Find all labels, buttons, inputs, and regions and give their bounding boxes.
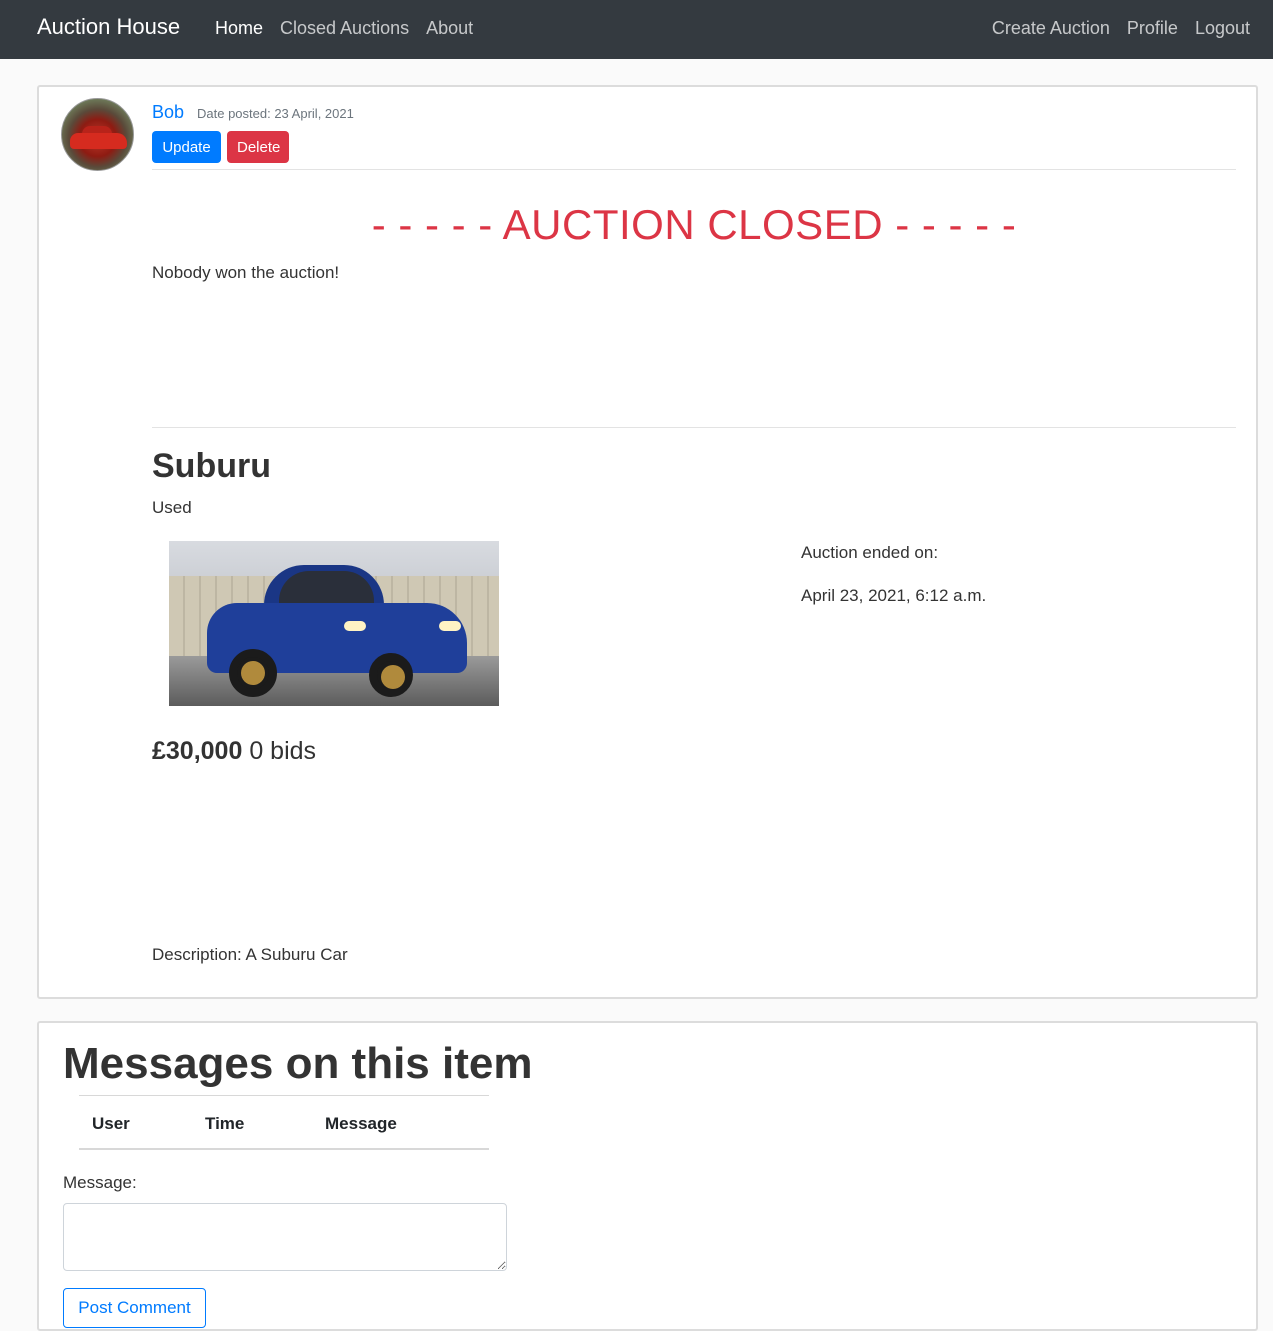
nav-about-link[interactable]: About	[426, 18, 473, 39]
message-textarea[interactable]	[63, 1203, 507, 1271]
author-avatar	[61, 98, 134, 171]
author-link[interactable]: Bob	[152, 102, 184, 123]
image-car-wheel	[229, 649, 277, 697]
divider	[152, 169, 1236, 170]
auction-post-card: Bob Date posted: 23 April, 2021 Update D…	[37, 85, 1258, 999]
column-header-message: Message	[325, 1114, 397, 1133]
bid-count: 0 bids	[249, 737, 317, 765]
column-header-time: Time	[205, 1114, 245, 1133]
auction-end-label: Auction ended on:	[801, 543, 939, 562]
messages-table: User Time Message	[79, 1095, 489, 1150]
post-comment-button[interactable]: Post Comment	[63, 1288, 206, 1328]
update-button[interactable]: Update	[152, 131, 221, 163]
nav-create-auction-link[interactable]: Create Auction	[992, 18, 1110, 39]
item-description: Description: A Suburu Car	[152, 945, 348, 964]
messages-title: Messages on this item	[63, 1039, 533, 1088]
auction-closed-banner: - - - - - AUCTION CLOSED - - - - -	[371, 201, 1017, 248]
divider	[152, 427, 1236, 428]
messages-card: Messages on this item User Time Message …	[37, 1021, 1258, 1331]
nav-closed-auctions-link[interactable]: Closed Auctions	[280, 18, 409, 39]
nav-left: Home Closed Auctions About	[215, 18, 473, 39]
image-car-window	[279, 571, 374, 603]
item-image	[169, 541, 499, 706]
nav-logout-link[interactable]: Logout	[1195, 18, 1250, 39]
brand-link[interactable]: Auction House	[37, 14, 180, 40]
column-header-user: User	[92, 1114, 130, 1133]
image-car-headlight	[344, 621, 366, 631]
message-label: Message:	[63, 1173, 137, 1192]
item-condition: Used	[152, 498, 192, 517]
item-title: Suburu	[152, 447, 271, 485]
nav-home-link[interactable]: Home	[215, 18, 263, 39]
nav-right: Create Auction Profile Logout	[992, 18, 1250, 39]
nav-profile-link[interactable]: Profile	[1127, 18, 1178, 39]
date-posted: Date posted: 23 April, 2021	[197, 106, 354, 121]
image-car-wheel	[369, 653, 413, 697]
avatar-car-body	[70, 133, 127, 149]
top-navbar: Auction House Home Closed Auctions About…	[0, 0, 1273, 59]
image-car-headlight	[439, 621, 461, 631]
delete-button[interactable]: Delete	[227, 131, 289, 163]
winner-text: Nobody won the auction!	[152, 263, 340, 282]
item-price: £30,000	[152, 737, 243, 765]
price-line: £30,000 0 bids	[152, 737, 316, 766]
auction-end-date: April 23, 2021, 6:12 a.m.	[801, 586, 987, 605]
